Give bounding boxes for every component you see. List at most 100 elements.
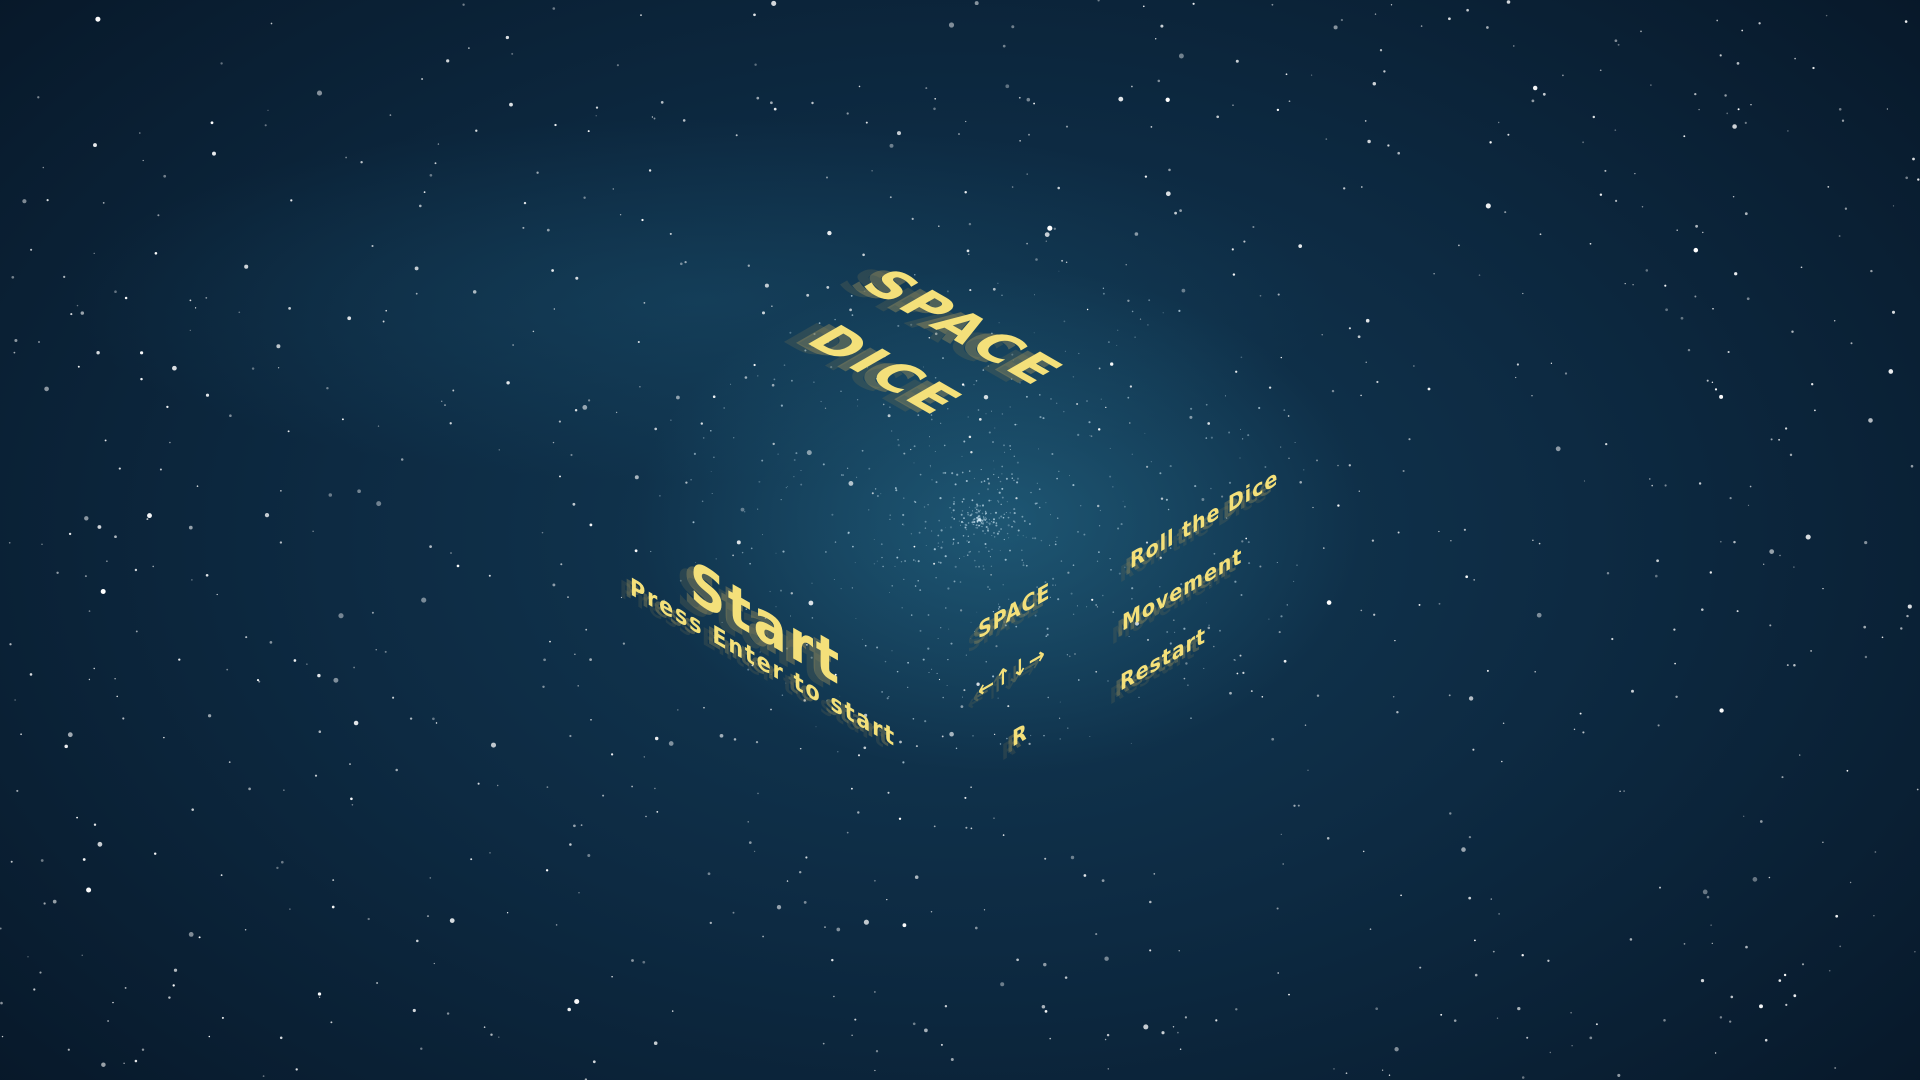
star (1144, 432, 1146, 434)
star (1369, 928, 1372, 930)
star (1245, 537, 1248, 540)
star (771, 305, 773, 308)
star (928, 337, 931, 339)
star (979, 524, 980, 526)
star (1205, 437, 1208, 439)
star (889, 196, 892, 199)
star (744, 511, 746, 513)
star (1874, 851, 1877, 853)
star (1023, 520, 1026, 522)
star (1147, 324, 1149, 326)
star (1017, 529, 1020, 532)
star (923, 506, 926, 508)
star (1047, 225, 1053, 231)
star (582, 405, 588, 410)
star (995, 522, 998, 524)
star (780, 589, 782, 592)
star (1041, 1005, 1046, 1009)
star (971, 513, 973, 515)
star (1083, 533, 1086, 536)
star (1037, 592, 1040, 596)
star (1656, 559, 1659, 563)
star (820, 400, 822, 403)
star (973, 533, 975, 535)
star (1184, 526, 1186, 528)
star (1020, 549, 1023, 552)
star (1864, 541, 1868, 545)
star (552, 7, 556, 10)
star (191, 579, 193, 581)
star (14, 699, 16, 701)
star (63, 275, 66, 279)
star (1, 1035, 4, 1038)
star (1181, 288, 1186, 293)
star (822, 1042, 825, 1045)
star (983, 568, 985, 570)
star (875, 378, 878, 380)
star (1886, 108, 1889, 110)
star (429, 877, 432, 879)
star (992, 521, 995, 524)
star (922, 658, 925, 661)
star (985, 661, 987, 663)
star (1388, 1074, 1391, 1076)
star (859, 368, 861, 370)
star (264, 512, 270, 518)
star (700, 422, 703, 425)
star (732, 554, 734, 557)
star (808, 600, 814, 606)
star (377, 425, 380, 427)
star (1153, 873, 1156, 875)
star (753, 363, 756, 367)
star (1050, 514, 1052, 516)
star (1640, 30, 1642, 33)
star (1139, 318, 1142, 320)
star (1002, 516, 1005, 519)
star (826, 176, 828, 179)
star (1045, 635, 1048, 638)
star (757, 375, 759, 377)
star (1345, 1072, 1348, 1075)
star (1028, 133, 1030, 136)
star (1534, 670, 1536, 673)
star (1104, 956, 1109, 961)
star (834, 318, 836, 321)
star (703, 706, 705, 709)
star (1058, 470, 1060, 473)
star (831, 513, 834, 516)
star (1733, 540, 1736, 544)
star (314, 774, 318, 777)
star (545, 869, 549, 872)
star (1134, 232, 1139, 236)
star (937, 534, 940, 537)
star (933, 107, 936, 111)
star (1698, 482, 1702, 485)
star (1055, 540, 1057, 542)
star (953, 518, 956, 520)
star (67, 732, 73, 738)
star (147, 513, 152, 519)
star (693, 452, 696, 455)
star (730, 383, 732, 385)
star (1680, 316, 1684, 320)
star (435, 722, 438, 724)
star (1583, 480, 1586, 482)
star (1873, 914, 1875, 917)
star (971, 524, 973, 525)
star (104, 439, 107, 442)
star (1631, 689, 1634, 693)
star (1650, 84, 1652, 86)
star (1086, 308, 1089, 311)
star (188, 932, 194, 937)
star (834, 541, 837, 543)
star (975, 503, 979, 506)
star (933, 562, 936, 565)
star (640, 14, 642, 16)
star (1172, 1026, 1175, 1028)
star (940, 422, 942, 424)
star (880, 543, 883, 546)
star (124, 296, 128, 300)
star (1213, 552, 1216, 555)
star (976, 521, 979, 523)
star (1449, 812, 1452, 815)
